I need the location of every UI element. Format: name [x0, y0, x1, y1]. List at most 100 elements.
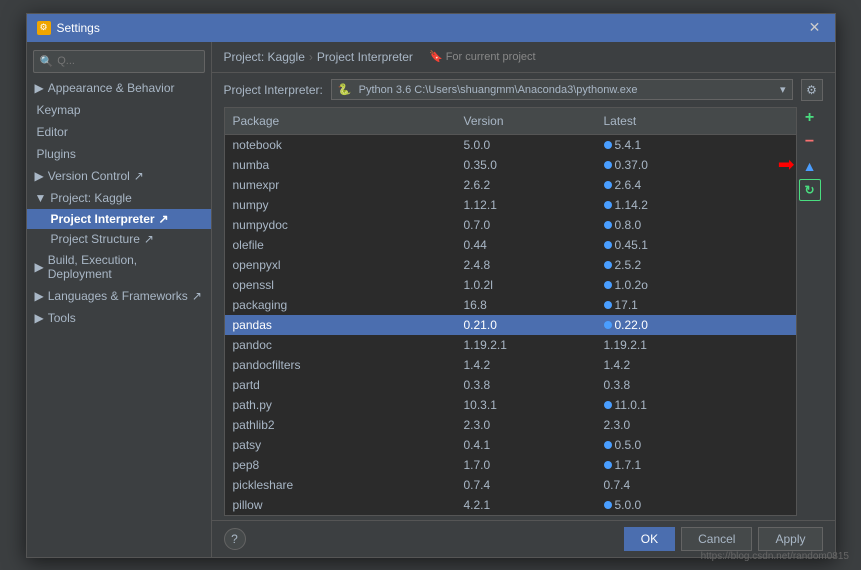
- table-row[interactable]: openpyxl 2.4.8 2.5.2: [225, 255, 796, 275]
- cell-latest: 0.3.8: [596, 377, 796, 393]
- cell-latest: 1.4.2: [596, 357, 796, 373]
- sidebar-item-interpreter[interactable]: Project Interpreter ↗: [27, 209, 211, 229]
- table-row[interactable]: pandas 0.21.0 0.22.0: [225, 315, 796, 335]
- cancel-button[interactable]: Cancel: [681, 527, 752, 551]
- apply-button[interactable]: Apply: [758, 527, 822, 551]
- settings-icon: ⚙: [37, 21, 51, 35]
- footer-buttons: OK Cancel Apply: [624, 527, 823, 551]
- structure-nav-icon: ↗: [144, 232, 154, 246]
- expand-arrow: ▶: [35, 81, 44, 95]
- sidebar-item-structure[interactable]: Project Structure ↗: [27, 229, 211, 249]
- refresh-button[interactable]: ↻: [799, 179, 821, 201]
- sidebar-label-plugins: Plugins: [37, 147, 76, 161]
- update-dot: [604, 181, 612, 189]
- search-input[interactable]: [57, 55, 197, 67]
- sidebar-item-keymap[interactable]: Keymap: [27, 99, 211, 121]
- expand-arrow-languages: ▶: [35, 289, 44, 303]
- cell-latest: 0.5.0: [596, 437, 796, 453]
- ok-button[interactable]: OK: [624, 527, 675, 551]
- sidebar-label-editor: Editor: [37, 125, 68, 139]
- cell-version: 1.4.2: [456, 357, 596, 373]
- sidebar-item-tools[interactable]: ▶ Tools: [27, 307, 211, 329]
- table-row[interactable]: olefile 0.44 0.45.1: [225, 235, 796, 255]
- cell-version: 0.7.0: [456, 217, 596, 233]
- update-dot: [604, 281, 612, 289]
- update-dot: [604, 441, 612, 449]
- cell-package: notebook: [225, 137, 456, 153]
- up-button[interactable]: ▲: [799, 155, 821, 177]
- expand-arrow-vcs: ▶: [35, 169, 44, 183]
- sidebar-label-build: Build, Execution, Deployment: [48, 253, 203, 281]
- cell-latest: 1.7.1: [596, 457, 796, 473]
- cell-latest: 0.45.1: [596, 237, 796, 253]
- table-row[interactable]: pandoc 1.19.2.1 1.19.2.1: [225, 335, 796, 355]
- cell-version: 16.8: [456, 297, 596, 313]
- expand-arrow-build: ▶: [35, 260, 44, 274]
- cell-package: partd: [225, 377, 456, 393]
- gear-button[interactable]: ⚙: [801, 79, 823, 101]
- interpreter-select[interactable]: 🐍 Python 3.6 C:\Users\shuangmm\Anaconda3…: [331, 79, 793, 100]
- table-row[interactable]: numba 0.35.0 0.37.0: [225, 155, 796, 175]
- cell-latest: 5.0.0: [596, 497, 796, 513]
- close-button[interactable]: ✕: [805, 18, 825, 38]
- cell-package: pandas: [225, 317, 456, 333]
- table-row[interactable]: openssl 1.0.2l 1.0.2o: [225, 275, 796, 295]
- cell-version: 10.3.1: [456, 397, 596, 413]
- table-row[interactable]: numpydoc 0.7.0 0.8.0: [225, 215, 796, 235]
- update-dot: [604, 221, 612, 229]
- cell-package: pickleshare: [225, 477, 456, 493]
- table-row[interactable]: path.py 10.3.1 11.0.1: [225, 395, 796, 415]
- update-dot: [604, 321, 612, 329]
- dialog-title: Settings: [57, 21, 100, 35]
- cell-version: 1.0.2l: [456, 277, 596, 293]
- table-row[interactable]: patsy 0.4.1 0.5.0: [225, 435, 796, 455]
- update-dot: [604, 301, 612, 309]
- dropdown-arrow-icon: ▾: [780, 83, 786, 96]
- cell-version: 2.4.8: [456, 257, 596, 273]
- cell-package: patsy: [225, 437, 456, 453]
- interpreter-nav-icon: ↗: [159, 212, 169, 226]
- sidebar-item-editor[interactable]: Editor: [27, 121, 211, 143]
- package-table: Package Version Latest nltk 3.2.4 3.2.5 …: [224, 107, 797, 516]
- table-row[interactable]: pep8 1.7.0 1.7.1: [225, 455, 796, 475]
- cell-latest: 1.14.2: [596, 197, 796, 213]
- cell-latest: 1.0.2o: [596, 277, 796, 293]
- sidebar-item-languages[interactable]: ▶ Languages & Frameworks ↗: [27, 285, 211, 307]
- table-row[interactable]: pillow 4.2.1 5.0.0: [225, 495, 796, 515]
- interpreter-value: 🐍 Python 3.6 C:\Users\shuangmm\Anaconda3…: [338, 83, 638, 96]
- cell-package: pandoc: [225, 337, 456, 353]
- sidebar-item-appearance[interactable]: ▶ Appearance & Behavior: [27, 77, 211, 99]
- sidebar-item-plugins[interactable]: Plugins: [27, 143, 211, 165]
- update-dot: [604, 141, 612, 149]
- table-row[interactable]: packaging 16.8 17.1: [225, 295, 796, 315]
- sidebar-item-vcs[interactable]: ▶ Version Control ↗: [27, 165, 211, 187]
- cell-package: pillow: [225, 497, 456, 513]
- table-row[interactable]: notebook 5.0.0 5.4.1: [225, 135, 796, 155]
- cell-version: 5.0.0: [456, 137, 596, 153]
- table-row[interactable]: pickleshare 0.7.4 0.7.4: [225, 475, 796, 495]
- table-row[interactable]: numexpr 2.6.2 2.6.4: [225, 175, 796, 195]
- breadcrumb-part2: Project Interpreter: [317, 50, 413, 64]
- table-body: nltk 3.2.4 3.2.5 nose 1.3.7 1.3.7 notebo…: [225, 135, 796, 515]
- search-box[interactable]: 🔍: [33, 50, 205, 73]
- table-row[interactable]: pandocfilters 1.4.2 1.4.2: [225, 355, 796, 375]
- expand-arrow-project: ▼: [35, 191, 47, 205]
- table-row[interactable]: partd 0.3.8 0.3.8: [225, 375, 796, 395]
- sidebar-item-project[interactable]: ▼ Project: Kaggle: [27, 187, 211, 209]
- update-dot: [604, 201, 612, 209]
- table-row[interactable]: pathlib2 2.3.0 2.3.0: [225, 415, 796, 435]
- cell-latest: 1.19.2.1: [596, 337, 796, 353]
- update-dot: [604, 241, 612, 249]
- cell-package: pandocfilters: [225, 357, 456, 373]
- cell-version: 4.2.1: [456, 497, 596, 513]
- cell-latest: 2.6.4: [596, 177, 796, 193]
- help-button[interactable]: ?: [224, 528, 246, 550]
- sidebar: 🔍 ▶ Appearance & Behavior Keymap Editor …: [27, 42, 212, 557]
- cell-version: 0.4.1: [456, 437, 596, 453]
- cell-package: numpydoc: [225, 217, 456, 233]
- sidebar-item-build[interactable]: ▶ Build, Execution, Deployment: [27, 249, 211, 285]
- table-row[interactable]: numpy 1.12.1 1.14.2: [225, 195, 796, 215]
- add-package-button[interactable]: +: [799, 107, 821, 129]
- remove-package-button[interactable]: −: [799, 131, 821, 153]
- update-dot: [604, 461, 612, 469]
